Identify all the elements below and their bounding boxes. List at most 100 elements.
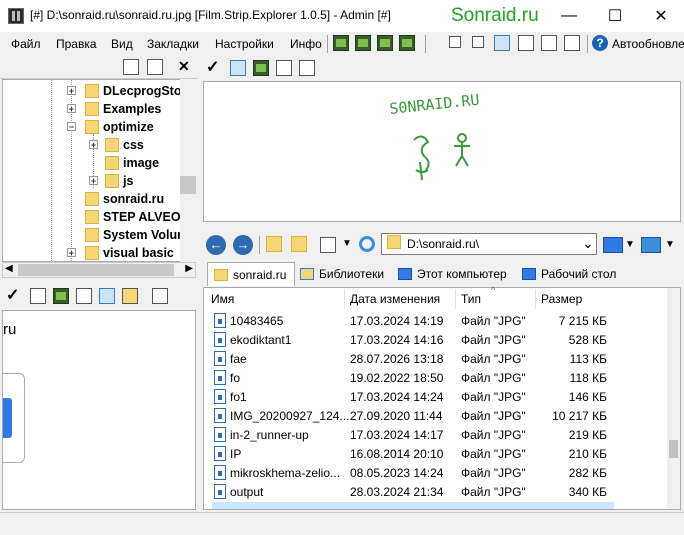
tree-vertical-scrollbar[interactable] xyxy=(180,79,196,262)
image-view-icon[interactable] xyxy=(76,288,92,304)
column-divider[interactable] xyxy=(455,289,456,309)
open-folder-icon[interactable] xyxy=(291,236,307,252)
file-row[interactable]: output 28.03.2024 21:34 Файл "JPG" 340 К… xyxy=(212,482,667,501)
details-view-icon[interactable] xyxy=(122,288,138,304)
expand-icon[interactable]: + xyxy=(89,176,98,186)
column-divider[interactable] xyxy=(344,289,345,309)
desktop-dropdown-icon[interactable]: ▼ xyxy=(665,239,675,250)
arrow-right-icon[interactable]: → xyxy=(233,235,253,255)
address-dropdown-icon[interactable]: ⌄ xyxy=(582,235,594,252)
expand-icon[interactable]: + xyxy=(89,140,98,150)
view-medium-icon[interactable] xyxy=(472,36,484,48)
collapse-icon[interactable]: − xyxy=(67,122,76,132)
thumbnail-panel[interactable]: ru xyxy=(2,310,196,510)
monitor-dropdown-icon[interactable]: ▼ xyxy=(625,239,635,250)
file-row[interactable]: IP 16.08.2014 20:10 Файл "JPG" 210 КБ xyxy=(212,444,667,463)
file-row[interactable]: ekodiktant1 17.03.2024 14:16 Файл "JPG" … xyxy=(212,330,667,349)
view-details-icon[interactable] xyxy=(518,35,534,51)
scroll-right-icon[interactable]: ▶ xyxy=(185,263,193,274)
file-row[interactable]: fo 19.02.2022 18:50 Файл "JPG" 118 КБ xyxy=(212,368,667,387)
search-folder-icon[interactable] xyxy=(147,59,163,75)
scroll-left-icon[interactable]: ◀ xyxy=(5,263,13,274)
file-name: fo xyxy=(230,371,241,385)
tree-scroll-thumb[interactable] xyxy=(180,176,196,194)
check-icon[interactable]: ✓ xyxy=(6,285,19,305)
view-mode-icon[interactable] xyxy=(320,237,336,253)
column-name[interactable]: Имя xyxy=(211,292,234,306)
tab-desktop[interactable]: Рабочий стол xyxy=(522,262,616,286)
column-type[interactable]: Тип xyxy=(461,292,481,306)
tab-this-computer[interactable]: Этот компьютер xyxy=(398,262,507,286)
zoom-icon[interactable] xyxy=(30,288,46,304)
file-row[interactable]: mikroskhema-zelio... 08.05.2023 14:24 Фа… xyxy=(212,463,667,482)
folder-tree[interactable]: + DLecprogStoc + Examples − optimize + c… xyxy=(2,79,196,262)
tab-libraries[interactable]: Библиотеки xyxy=(300,262,384,286)
image-preview[interactable]: S0NRAID.RU xyxy=(203,81,681,222)
autoupdate-toggle[interactable]: Автообновле xyxy=(612,37,684,51)
expand-icon[interactable]: + xyxy=(67,104,76,114)
expand-icon[interactable]: + xyxy=(67,248,76,258)
file-thumbnail[interactable] xyxy=(3,373,25,463)
file-row[interactable]: in-2_runner-up 17.03.2024 14:17 Файл "JP… xyxy=(212,425,667,444)
file-name: mikroskhema-zelio... xyxy=(230,466,341,480)
expand-icon[interactable]: + xyxy=(67,86,76,96)
file-name: in-2_runner-up xyxy=(230,428,309,442)
menu-edit[interactable]: Правка xyxy=(56,37,97,51)
menu-file[interactable]: Файл xyxy=(11,37,41,51)
menu-view[interactable]: Вид xyxy=(111,37,133,51)
tab-sonraid[interactable]: sonraid.ru xyxy=(207,262,295,286)
file-list-scroll-thumb[interactable] xyxy=(669,440,678,458)
refresh-icon[interactable] xyxy=(359,236,375,252)
file-date: 28.03.2024 21:34 xyxy=(350,485,444,499)
filmstrip-icon[interactable] xyxy=(53,288,69,304)
view-small-icon[interactable] xyxy=(449,36,461,48)
zoom-icon[interactable] xyxy=(230,60,246,76)
hammer-icon[interactable] xyxy=(152,288,168,304)
file-row[interactable]: IMG_20200927_124... 27.09.2020 11:44 Фай… xyxy=(212,406,667,425)
file-row[interactable]: fae 28.07.2026 13:18 Файл "JPG" 113 КБ xyxy=(212,349,667,368)
view-tree-icon[interactable] xyxy=(541,35,557,51)
filmstrip-layout-3-icon[interactable] xyxy=(377,35,393,51)
list-view-icon[interactable] xyxy=(99,288,115,304)
tab-label: Этот компьютер xyxy=(417,267,507,281)
check-icon[interactable]: ✓ xyxy=(206,57,219,77)
partial-file-row[interactable] xyxy=(212,502,614,509)
filmstrip-layout-2-icon[interactable] xyxy=(355,35,371,51)
filmstrip-layout-1-icon[interactable] xyxy=(333,35,349,51)
filmstrip-icon[interactable] xyxy=(253,60,269,76)
tree-item-label: css xyxy=(123,138,144,152)
file-row[interactable]: fo1 17.03.2024 14:24 Файл "JPG" 146 КБ xyxy=(212,387,667,406)
desktop-monitor-icon[interactable] xyxy=(641,237,661,253)
close-tree-icon[interactable]: ✕ xyxy=(178,58,190,75)
help-icon[interactable]: ? xyxy=(592,35,608,51)
maximize-button[interactable]: ☐ xyxy=(592,0,638,32)
address-text[interactable]: D:\sonraid.ru\ xyxy=(407,237,479,251)
arrow-left-icon[interactable]: ← xyxy=(206,235,226,255)
image-view-icon[interactable] xyxy=(276,60,292,76)
minimize-button[interactable]: — xyxy=(546,0,592,32)
view-list-icon[interactable] xyxy=(564,35,580,51)
file-name: output xyxy=(230,485,264,499)
file-row[interactable]: 10483465 17.03.2024 14:19 Файл "JPG" 7 2… xyxy=(212,311,667,330)
thumbnail-toolbar: ✓ xyxy=(0,284,198,308)
menu-settings[interactable]: Настройки xyxy=(215,37,274,51)
menu-info[interactable]: Инфо xyxy=(290,37,322,51)
image-file-icon xyxy=(214,408,226,423)
column-size[interactable]: Размер xyxy=(541,292,582,306)
refresh-tree-icon[interactable] xyxy=(123,59,139,75)
monitor-icon[interactable] xyxy=(603,237,623,253)
view-large-icon[interactable] xyxy=(494,35,510,51)
column-divider[interactable] xyxy=(535,289,536,309)
list-view-icon[interactable] xyxy=(299,60,315,76)
view-dropdown-icon[interactable]: ▼ xyxy=(342,238,352,249)
menu-bookmarks[interactable]: Закладки xyxy=(147,37,199,51)
tree-hscroll-thumb[interactable] xyxy=(18,264,174,276)
tree-toolbar: ✕ xyxy=(0,56,198,79)
file-list-scrollbar[interactable] xyxy=(667,288,680,509)
close-button[interactable]: ✕ xyxy=(638,0,684,32)
status-bar xyxy=(0,512,684,535)
film-strip-app-icon[interactable] xyxy=(8,8,24,24)
column-date[interactable]: Дата изменения xyxy=(350,292,440,306)
folder-up-icon[interactable] xyxy=(266,236,282,252)
filmstrip-layout-4-icon[interactable] xyxy=(399,35,415,51)
